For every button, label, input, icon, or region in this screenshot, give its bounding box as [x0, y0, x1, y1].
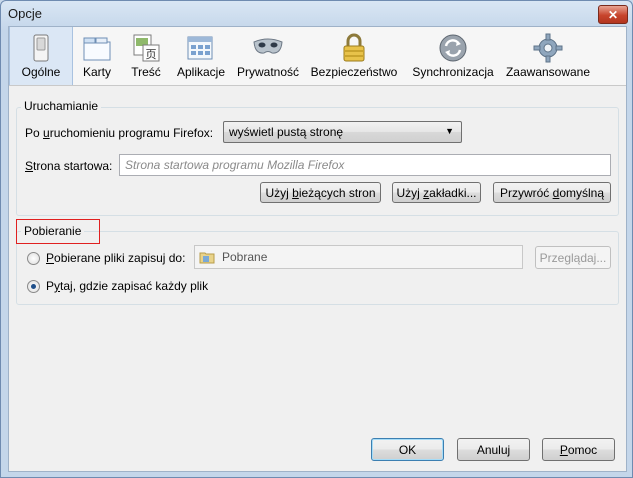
tab-tabs-label: Karty	[82, 65, 111, 79]
close-button[interactable]: ✕	[598, 5, 628, 24]
switch-icon	[33, 34, 49, 62]
tab-advanced-label: Zaawansowane	[505, 65, 591, 79]
restore-default-label: Przywróć domyślną	[499, 185, 605, 200]
startup-caption: Uruchamianie	[21, 99, 102, 113]
title-bar[interactable]: Opcje ✕	[1, 1, 632, 27]
tab-security-label: Bezpieczeństwo	[310, 65, 398, 79]
when-starts-dropdown[interactable]: wyświetl pustą stronę ▼	[223, 121, 462, 143]
always-ask-radio[interactable]	[27, 280, 40, 293]
use-bookmark-button[interactable]: Użyj zakładki...	[392, 182, 481, 203]
tab-applications[interactable]: Aplikacje	[171, 27, 231, 85]
folder-icon	[199, 252, 215, 264]
tab-content[interactable]: 页 Treść	[121, 27, 171, 85]
downloads-caption: Pobieranie	[21, 224, 85, 238]
tab-sync[interactable]: Synchronizacja	[403, 27, 503, 85]
tab-security[interactable]: Bezpieczeństwo	[305, 27, 403, 85]
use-current-pages-button[interactable]: Użyj bieżących stron	[260, 182, 381, 203]
homepage-placeholder: Strona startowa programu Mozilla Firefox	[125, 158, 345, 172]
ok-label: OK	[398, 442, 417, 457]
save-to-radio[interactable]	[27, 252, 40, 265]
ok-button[interactable]: OK	[371, 438, 444, 461]
options-window: Opcje ✕ Ogólne Karty 页 Treść Aplikacje P…	[0, 0, 633, 478]
tab-privacy[interactable]: Prywatność	[231, 27, 305, 85]
sync-icon	[439, 34, 467, 62]
padlock-icon	[343, 33, 365, 62]
browse-label: Przeglądaj...	[539, 250, 607, 265]
save-to-label: Pobierane pliki zapisuj do:	[46, 251, 186, 265]
tab-general[interactable]: Ogólne	[9, 27, 73, 85]
help-button[interactable]: Pomoc	[542, 438, 615, 461]
tabs-icon	[83, 37, 111, 61]
applications-icon	[187, 36, 213, 60]
pane-toolbar: Ogólne Karty 页 Treść Aplikacje Prywatnoś…	[9, 27, 626, 86]
use-current-pages-label: Użyj bieżących stron	[265, 185, 376, 200]
tab-privacy-label: Prywatność	[236, 65, 300, 79]
mask-icon	[253, 38, 283, 54]
homepage-input[interactable]: Strona startowa programu Mozilla Firefox	[119, 154, 611, 176]
always-ask-label: Pytaj, gdzie zapisać każdy plik	[46, 279, 209, 293]
restore-default-button[interactable]: Przywróć domyślną	[493, 182, 611, 203]
gear-icon	[533, 33, 563, 63]
tab-applications-label: Aplikacje	[176, 65, 226, 79]
dialog-client: Ogólne Karty 页 Treść Aplikacje Prywatnoś…	[8, 26, 627, 472]
content-icon: 页	[133, 34, 160, 62]
tab-content-label: Treść	[131, 65, 161, 79]
download-folder-value: Pobrane	[222, 250, 268, 264]
chevron-down-icon: ▼	[445, 126, 454, 136]
help-label: Pomoc	[559, 442, 598, 457]
cancel-label: Anuluj	[476, 442, 511, 457]
general-pane: Uruchamianie Po uruchomieniu programu Fi…	[9, 86, 626, 471]
when-starts-value: wyświetl pustą stronę	[229, 125, 344, 139]
browse-button[interactable]: Przeglądaj...	[535, 246, 611, 269]
cancel-button[interactable]: Anuluj	[457, 438, 530, 461]
when-starts-label: Po uruchomieniu programu Firefox:	[25, 126, 214, 140]
download-folder-field[interactable]: Pobrane	[194, 245, 523, 269]
svg-text:页: 页	[146, 48, 157, 61]
tab-general-label: Ogólne	[21, 65, 61, 79]
window-title: Opcje	[8, 6, 42, 21]
use-bookmark-label: Użyj zakładki...	[396, 185, 477, 200]
close-icon: ✕	[607, 7, 619, 22]
tab-tabs[interactable]: Karty	[73, 27, 121, 85]
tab-advanced[interactable]: Zaawansowane	[503, 27, 593, 85]
tab-sync-label: Synchronizacja	[412, 65, 494, 79]
homepage-label: Strona startowa:	[25, 159, 113, 173]
